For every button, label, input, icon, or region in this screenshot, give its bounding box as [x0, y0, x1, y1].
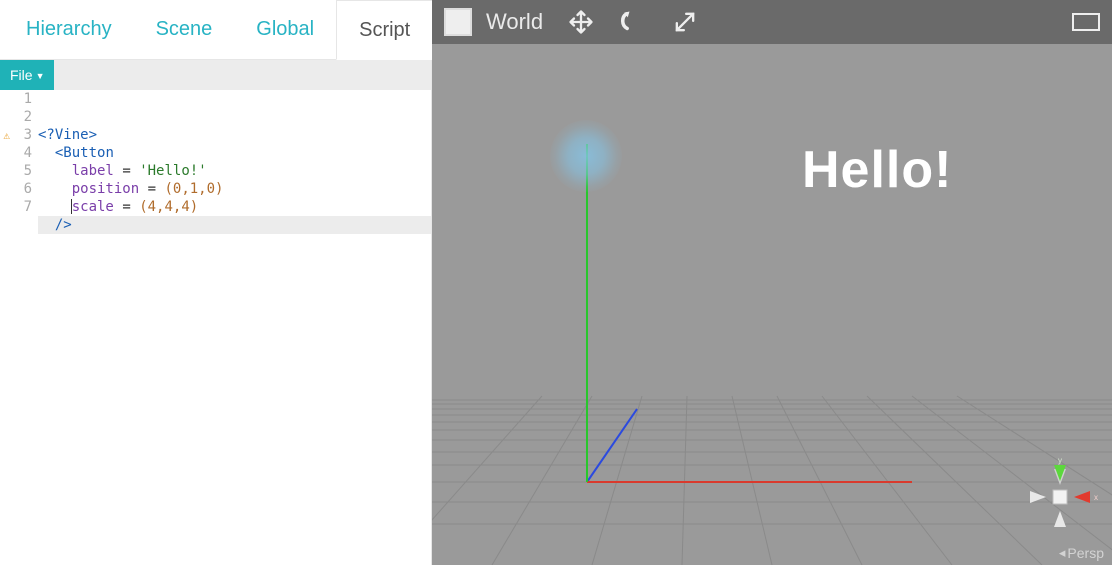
warning-icon: ⚠: [0, 127, 10, 139]
viewport-3d[interactable]: World: [432, 0, 1112, 565]
svg-text:x: x: [1094, 493, 1098, 502]
code-area[interactable]: <?Vine> <Button label = 'Hello!' positio…: [38, 90, 431, 565]
tab-script[interactable]: Script: [336, 0, 433, 60]
camera-mode-label[interactable]: ◂ Persp: [1059, 545, 1104, 561]
text-caret: [71, 199, 72, 214]
tab-scene[interactable]: Scene: [134, 0, 235, 59]
scale-tool-icon[interactable]: [671, 8, 699, 36]
color-swatch[interactable]: [444, 8, 472, 36]
chevron-down-icon: ▼: [36, 71, 45, 81]
file-menu-button[interactable]: File ▼: [0, 60, 54, 90]
landscape-rect-icon[interactable]: [1072, 8, 1100, 36]
tab-global[interactable]: Global: [234, 0, 336, 59]
chevron-left-icon: ◂: [1059, 545, 1066, 561]
line-gutter: 1 2 ⚠ 3 4 5 6 7: [0, 90, 38, 565]
tab-hierarchy[interactable]: Hierarchy: [0, 0, 134, 59]
coord-space-label[interactable]: World: [486, 9, 543, 35]
move-tool-icon[interactable]: [567, 8, 595, 36]
orientation-gizmo[interactable]: y x: [1020, 457, 1100, 537]
svg-text:y: y: [1058, 457, 1062, 465]
file-menu-label: File: [10, 67, 33, 83]
code-editor[interactable]: 1 2 ⚠ 3 4 5 6 7 <?Vine> <Button label = …: [0, 90, 431, 565]
rotate-tool-icon[interactable]: [619, 8, 647, 36]
scene-button-label[interactable]: Hello!: [802, 140, 952, 200]
